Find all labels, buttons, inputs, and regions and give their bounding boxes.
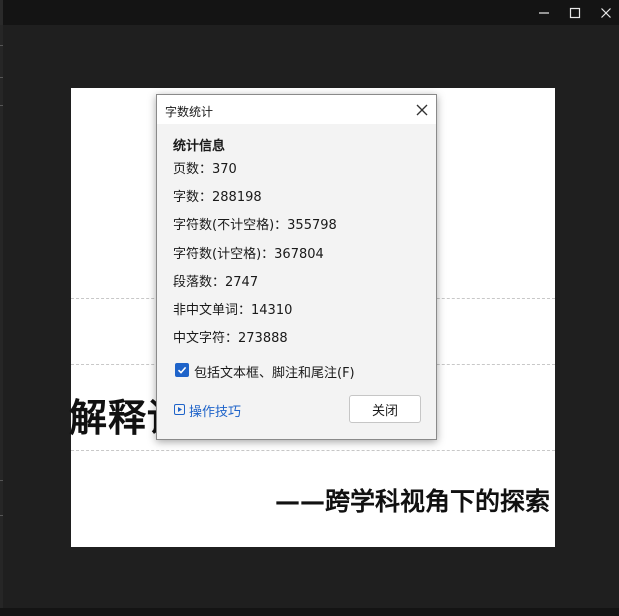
window-titlebar xyxy=(0,0,619,25)
stat-label: 字符数(计空格)： xyxy=(173,247,275,262)
stat-value: 14310 xyxy=(251,303,293,318)
include-textboxes-label[interactable]: 包括文本框、脚注和尾注(F) xyxy=(194,362,355,381)
panel-divider xyxy=(0,480,3,481)
stat-chars-no-spaces: 字符数(不计空格)：355798 xyxy=(173,214,337,233)
stat-value: 367804 xyxy=(274,247,324,262)
stat-paragraphs: 段落数：2747 xyxy=(173,271,258,290)
stat-non-chinese-words: 非中文单词：14310 xyxy=(173,299,292,318)
close-icon xyxy=(601,7,611,18)
minimize-icon xyxy=(539,11,549,14)
panel-divider xyxy=(0,105,3,106)
stat-label: 中文字符： xyxy=(173,331,239,346)
page-divider xyxy=(71,450,555,451)
left-panel-edge xyxy=(0,25,3,608)
panel-divider xyxy=(0,77,3,78)
dialog-header: 字数统计 xyxy=(157,95,436,124)
stat-value: 370 xyxy=(212,162,237,177)
panel-divider xyxy=(0,45,3,46)
stat-label: 非中文单词： xyxy=(173,303,252,318)
close-icon xyxy=(416,104,428,116)
document-subtitle[interactable]: ——跨学科视角下的探索 xyxy=(275,482,550,518)
stat-words: 字数：288198 xyxy=(173,186,262,205)
stat-pages: 页数：370 xyxy=(173,158,237,177)
dialog-close-button[interactable] xyxy=(412,100,432,120)
maximize-icon xyxy=(569,7,581,18)
stat-label: 页数： xyxy=(173,162,213,177)
stat-value: 273888 xyxy=(238,331,288,346)
stat-chars-with-spaces: 字符数(计空格)：367804 xyxy=(173,243,324,262)
stat-value: 288198 xyxy=(212,190,262,205)
titlebar-edge xyxy=(0,0,3,25)
stat-value: 355798 xyxy=(287,218,337,233)
section-title: 统计信息 xyxy=(173,139,226,154)
close-button[interactable]: 关闭 xyxy=(349,395,421,423)
maximize-button[interactable] xyxy=(560,0,590,25)
word-count-dialog: 字数统计 统计信息 页数：370 字数：288198 字符数(不计空格)：355… xyxy=(156,94,437,440)
panel-divider xyxy=(0,515,3,516)
window-close-button[interactable] xyxy=(591,0,619,25)
play-square-icon xyxy=(174,404,185,415)
stat-value: 2747 xyxy=(225,275,259,290)
include-textboxes-checkbox[interactable] xyxy=(175,363,189,377)
stat-label: 段落数： xyxy=(173,275,226,290)
minimize-button[interactable] xyxy=(529,0,559,25)
tips-link[interactable]: 操作技巧 xyxy=(189,401,241,420)
dialog-title: 字数统计 xyxy=(165,105,214,119)
stat-label: 字数： xyxy=(173,190,213,205)
checkmark-icon xyxy=(177,366,187,374)
stat-label: 字符数(不计空格)： xyxy=(173,218,288,233)
window-bottom-bar xyxy=(0,608,619,616)
stat-chinese-chars: 中文字符：273888 xyxy=(173,327,288,346)
